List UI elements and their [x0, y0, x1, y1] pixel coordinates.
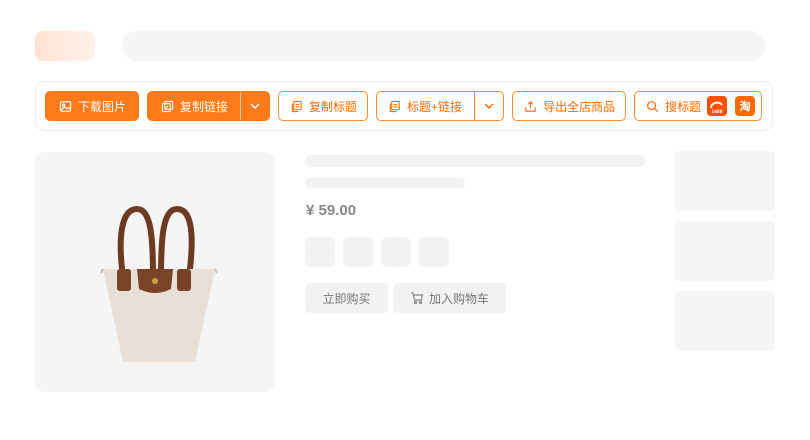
product-price: ¥ 59.00 [306, 202, 357, 219]
title-plus-link-label: 标题+链接 [407, 99, 463, 114]
option-swatch[interactable] [381, 237, 411, 267]
copy-link-dropdown-toggle[interactable] [241, 92, 269, 120]
logo-placeholder [35, 31, 95, 61]
add-to-cart-label: 加入购物车 [428, 291, 489, 306]
product-image[interactable] [35, 152, 275, 392]
export-store-products-label: 导出全店商品 [543, 99, 616, 114]
copy-title-button[interactable]: 复制标题 [278, 91, 369, 121]
side-card[interactable] [675, 291, 775, 351]
buy-now-label: 立即购买 [322, 291, 371, 306]
search-icon [645, 99, 659, 113]
title-plus-link-dropdown-toggle[interactable] [475, 92, 503, 120]
cart-icon [410, 292, 424, 305]
search-bar-placeholder [122, 31, 765, 61]
export-icon [523, 99, 537, 113]
title-skeleton [305, 155, 645, 167]
image-icon [58, 99, 72, 113]
chevron-down-icon [250, 103, 260, 109]
site-1688-icon[interactable]: 1688 [707, 96, 728, 116]
side-card[interactable] [675, 151, 775, 211]
search-title-label: 搜标题 [665, 99, 702, 114]
copy-link-split-button: 复制链接 [147, 91, 271, 121]
option-swatch[interactable] [419, 237, 449, 267]
add-to-cart-button[interactable]: 加入购物车 [393, 283, 506, 313]
option-swatch[interactable] [343, 237, 373, 267]
copy-link-button[interactable]: 复制链接 [148, 92, 240, 120]
copy-icon [289, 99, 303, 113]
copy-link-icon [160, 99, 174, 113]
copy-icon [387, 99, 401, 113]
site-1688-label: 1688 [712, 109, 723, 114]
title-plus-link-split-button: 标题+链接 [376, 91, 505, 121]
action-toolbar: 下载图片 复制链接 复制标题 标题+链接 导出全店商品 搜标题 1688 淘 [35, 81, 773, 131]
site-taobao-icon[interactable]: 淘 [735, 96, 756, 116]
side-card[interactable] [675, 221, 775, 281]
download-images-button[interactable]: 下载图片 [45, 91, 140, 121]
buy-now-button[interactable]: 立即购买 [305, 283, 388, 313]
chevron-down-icon [484, 103, 494, 109]
copy-link-label: 复制链接 [180, 99, 229, 114]
export-store-products-button[interactable]: 导出全店商品 [512, 91, 627, 121]
option-swatch[interactable] [305, 237, 335, 267]
tote-bag-illustration [100, 205, 218, 362]
copy-title-label: 复制标题 [309, 99, 358, 114]
search-title-button[interactable]: 搜标题 1688 淘 [634, 91, 763, 121]
subtitle-skeleton [305, 178, 465, 188]
title-plus-link-button[interactable]: 标题+链接 [377, 92, 474, 120]
download-images-label: 下载图片 [78, 99, 127, 114]
